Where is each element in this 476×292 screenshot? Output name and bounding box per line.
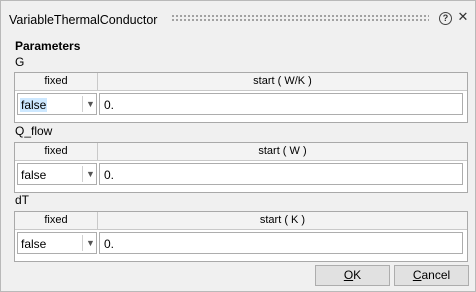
start-input-g[interactable]: 0. [99, 93, 463, 115]
param-name-dt: dT [15, 193, 30, 207]
column-header-fixed: fixed [15, 73, 98, 90]
cancel-label-rest: ancel [421, 268, 451, 282]
fixed-select-value: false [21, 237, 47, 251]
chevron-down-icon[interactable]: ▼ [85, 97, 96, 111]
start-input-value: 0. [104, 168, 115, 182]
param-name-g: G [15, 55, 25, 69]
table-header: fixed start ( K ) [15, 212, 467, 230]
fixed-select-dt[interactable]: false ▼ [17, 232, 97, 254]
cancel-button[interactable]: Cancel [394, 265, 469, 286]
table-header: fixed start ( W ) [15, 143, 467, 161]
fixed-select-q-flow[interactable]: false ▼ [17, 163, 97, 185]
ok-label-rest: K [353, 268, 362, 282]
chevron-down-icon[interactable]: ▼ [85, 167, 96, 181]
start-input-q-flow[interactable]: 0. [99, 163, 463, 185]
window-title: VariableThermalConductor [9, 13, 158, 27]
dialog-window: VariableThermalConductor ? ✕ Parameters … [0, 0, 476, 292]
select-divider [82, 96, 83, 112]
close-icon[interactable]: ✕ [456, 10, 470, 24]
select-divider [82, 166, 83, 182]
fixed-select-value: false [21, 168, 47, 182]
chevron-down-icon[interactable]: ▼ [85, 236, 96, 250]
column-header-start: start ( W/K ) [253, 75, 312, 87]
start-input-value: 0. [104, 237, 115, 251]
fixed-select-g[interactable]: false ▼ [17, 93, 97, 115]
column-header-fixed: fixed [15, 143, 98, 160]
select-divider [82, 235, 83, 251]
column-header-fixed: fixed [15, 212, 98, 229]
help-icon[interactable]: ? [439, 12, 452, 25]
param-name-q-flow: Q_flow [15, 124, 53, 138]
param-table-q-flow: fixed start ( W ) false ▼ 0. [14, 142, 468, 193]
column-header-start: start ( W ) [258, 145, 307, 157]
param-table-dt: fixed start ( K ) false ▼ 0. [14, 211, 468, 262]
column-header-start: start ( K ) [259, 214, 306, 226]
start-input-value: 0. [104, 98, 115, 112]
param-table-g: fixed start ( W/K ) false ▼ 0. [14, 72, 468, 123]
drag-grip-icon[interactable] [171, 14, 429, 22]
ok-button[interactable]: OK [315, 265, 390, 286]
section-title: Parameters [15, 39, 81, 53]
title-bar[interactable]: VariableThermalConductor ? ✕ [1, 1, 475, 35]
table-header: fixed start ( W/K ) [15, 73, 467, 91]
ok-mnemonic: O [343, 268, 354, 282]
start-input-dt[interactable]: 0. [99, 232, 463, 254]
fixed-select-value: false [20, 98, 48, 112]
